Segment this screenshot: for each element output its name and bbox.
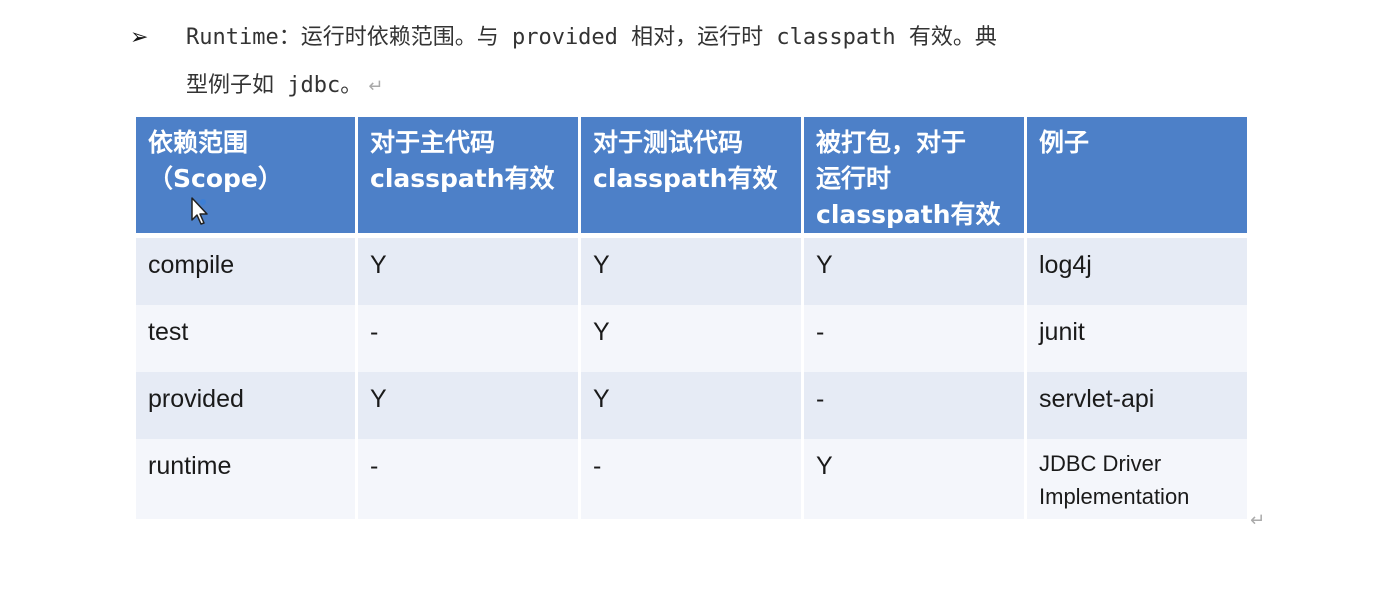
cell-test-code: Y (581, 238, 804, 305)
table-row-compile: compile Y Y Y log4j (136, 238, 1247, 305)
runtime-description: ➢ Runtime：运行时依赖范围。与 provided 相对，运行时 clas… (130, 14, 1250, 111)
cell-packaged: Y (804, 238, 1027, 305)
description-line-2: 型例子如 jdbc。 ↵ (186, 62, 1250, 111)
header-text: 运行时 (816, 164, 892, 193)
header-text: （Scope） (148, 164, 283, 193)
header-row: 依赖范围 （Scope） 对于主代码 classpath有效 对于测试代码 cl… (136, 117, 1247, 238)
header-test-code: 对于测试代码 classpath有效 (581, 117, 804, 238)
cell-scope: provided (136, 372, 358, 439)
cell-main-code: - (358, 439, 581, 519)
header-text: classpath有效 (816, 200, 1001, 229)
return-mark-icon: ↵ (1250, 510, 1266, 531)
description-line-1: Runtime：运行时依赖范围。与 provided 相对，运行时 classp… (186, 25, 997, 50)
cell-packaged: - (804, 372, 1027, 439)
header-text: 依赖范围 (148, 128, 249, 157)
header-text: classpath有效 (593, 164, 778, 193)
cell-main-code: Y (358, 372, 581, 439)
table-row-provided: provided Y Y - servlet-api (136, 372, 1247, 439)
arrowhead-bullet-icon: ➢ (130, 25, 149, 50)
header-scope: 依赖范围 （Scope） (136, 117, 358, 238)
header-text: 对于测试代码 (593, 128, 744, 157)
header-text: 例子 (1039, 128, 1090, 157)
cell-example: JDBC Driver Implementation (1027, 439, 1247, 519)
cell-example: log4j (1027, 238, 1247, 305)
header-packaged-runtime: 被打包，对于 运行时 classpath有效 (804, 117, 1027, 238)
dependency-scope-table: 依赖范围 （Scope） 对于主代码 classpath有效 对于测试代码 cl… (136, 117, 1247, 519)
table-row-runtime: runtime - - Y JDBC Driver Implementation (136, 439, 1247, 519)
cell-main-code: - (358, 305, 581, 372)
header-text: 被打包，对于 (816, 128, 967, 157)
header-text: 对于主代码 (370, 128, 496, 157)
table-row-test: test - Y - junit (136, 305, 1247, 372)
cell-scope: compile (136, 238, 358, 305)
cell-scope: runtime (136, 439, 358, 519)
return-mark-icon: ↵ (368, 76, 384, 97)
cell-packaged: - (804, 305, 1027, 372)
cell-main-code: Y (358, 238, 581, 305)
description-line-2-text: 型例子如 jdbc。 (186, 73, 363, 98)
header-main-code: 对于主代码 classpath有效 (358, 117, 581, 238)
cell-example: servlet-api (1027, 372, 1247, 439)
cell-test-code: Y (581, 372, 804, 439)
cell-packaged: Y (804, 439, 1027, 519)
cell-example: junit (1027, 305, 1247, 372)
cell-test-code: - (581, 439, 804, 519)
header-example: 例子 (1027, 117, 1247, 238)
cell-test-code: Y (581, 305, 804, 372)
cell-scope: test (136, 305, 358, 372)
mouse-pointer-icon (191, 197, 208, 225)
header-text: classpath有效 (370, 164, 555, 193)
